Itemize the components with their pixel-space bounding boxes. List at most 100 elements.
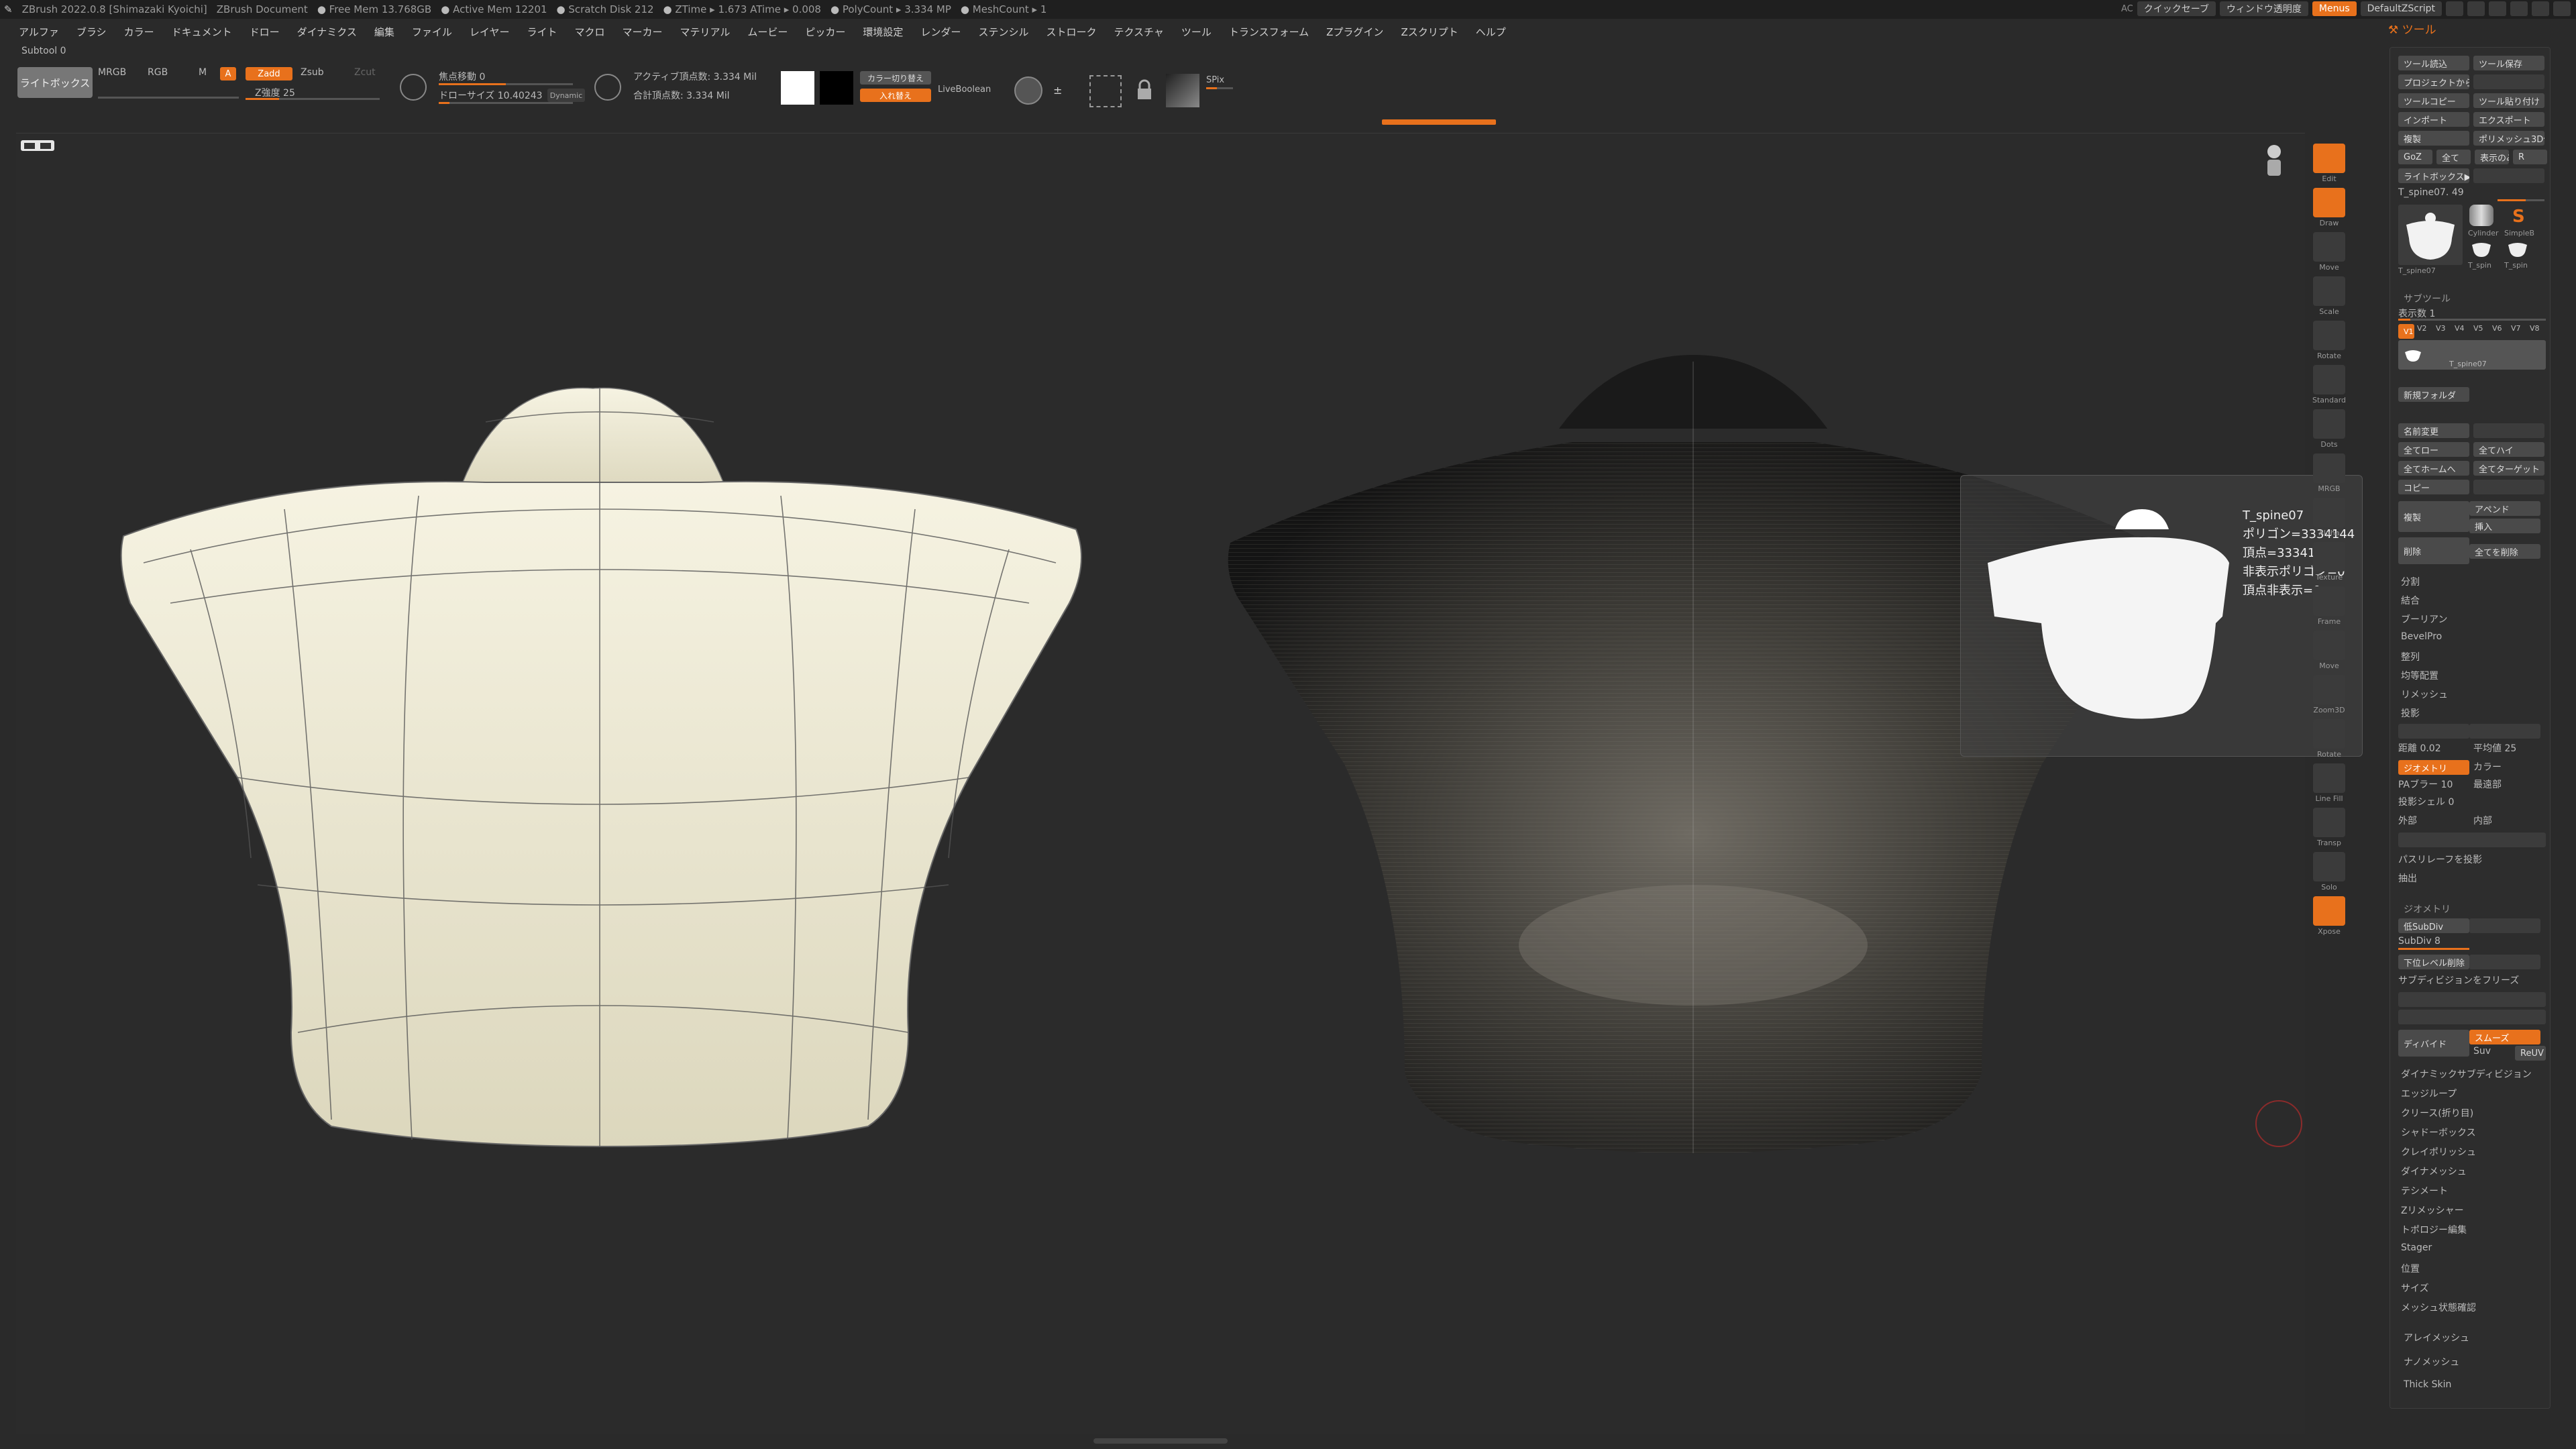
insert-button[interactable]: 挿入 (2469, 519, 2540, 533)
strip-button-7[interactable] (2313, 453, 2345, 483)
swap-in-button[interactable]: 入れ替え (860, 89, 931, 102)
farthest-button[interactable]: 最遠部 (2473, 777, 2502, 791)
menu-item-8[interactable]: レイヤー (470, 25, 510, 39)
panel-top-btn-5-0[interactable]: GoZ (2398, 150, 2432, 164)
panel-top-btn-5-3[interactable]: R (2513, 150, 2547, 164)
bottom-tray-handle[interactable] (1093, 1438, 1228, 1444)
geometry-subsection-5[interactable]: ダイナメッシュ (2401, 1165, 2467, 1178)
a-button[interactable]: A (220, 67, 236, 80)
geometry-subsection-9[interactable]: Stager (2401, 1242, 2432, 1253)
viewport-canvas[interactable] (16, 133, 2305, 1434)
geometry-subsection-8[interactable]: トポロジー編集 (2401, 1223, 2467, 1236)
menu-item-4[interactable]: ドロー (250, 25, 280, 39)
menu-item-21[interactable]: トランスフォーム (1229, 25, 1309, 39)
geometry-subsection-1[interactable]: エッジループ (2401, 1087, 2457, 1100)
menu-item-12[interactable]: マテリアル (680, 25, 731, 39)
subtool-subsection-2[interactable]: ブーリアン (2401, 612, 2447, 626)
strip-button-3[interactable] (2313, 276, 2345, 306)
close-icon[interactable] (2553, 1, 2571, 16)
freeze-subdiv-button[interactable]: サブディビジョンをフリーズ (2398, 973, 2519, 987)
menu-item-3[interactable]: ドキュメント (172, 25, 232, 39)
panel-top-btn-4-1[interactable]: ポリメッシュ3D化 (2473, 131, 2544, 146)
geometry-subsection-10[interactable]: 位置 (2401, 1262, 2420, 1275)
panel-top-btn-3-1[interactable]: エクスポート (2473, 112, 2544, 127)
version-2[interactable]: V3 (2436, 324, 2452, 333)
spix-slider[interactable] (1206, 87, 1233, 89)
menu-item-15[interactable]: 環境設定 (863, 25, 903, 39)
version-1[interactable]: V2 (2417, 324, 2433, 333)
project-subsection[interactable]: 投影 (2401, 706, 2420, 720)
menu-item-14[interactable]: ピッカー (805, 25, 845, 39)
menu-item-9[interactable]: ライト (527, 25, 557, 39)
zsub-button[interactable]: Zsub (301, 67, 324, 78)
menu-item-18[interactable]: ストローク (1046, 25, 1096, 39)
layout-icon[interactable] (2446, 1, 2463, 16)
z-intensity-slider[interactable] (246, 98, 380, 100)
polish-project-button[interactable]: パスリレーフを投影 (2398, 853, 2482, 866)
lock-icon[interactable] (1132, 79, 1157, 103)
maximize-icon[interactable] (2532, 1, 2549, 16)
strip-button-13[interactable] (2313, 719, 2345, 749)
tspine-thumb-icon-0[interactable] (2469, 238, 2493, 258)
mrgb-button[interactable]: MRGB (98, 67, 126, 78)
simplebrush-thumb-icon[interactable]: S (2506, 205, 2530, 227)
subtool-subsection-3[interactable]: BevelPro (2401, 631, 2442, 642)
version-0[interactable]: V1 (2398, 324, 2414, 339)
menu-item-0[interactable]: アルファ (19, 25, 59, 39)
subtool-subsection-1[interactable]: 結合 (2401, 594, 2420, 607)
strip-button-5[interactable] (2313, 365, 2345, 394)
layout-icon-3[interactable] (2489, 1, 2506, 16)
menu-item-7[interactable]: ファイル (412, 25, 452, 39)
menu-item-17[interactable]: ステンシル (978, 25, 1028, 39)
new-folder-button[interactable]: 新規フォルダ (2398, 387, 2469, 402)
rgb-intensity-slider[interactable] (98, 97, 239, 99)
menu-item-5[interactable]: ダイナミクス (297, 25, 357, 39)
project-geometry-button[interactable]: ジオメトリ (2398, 760, 2469, 775)
swap-color-button[interactable]: カラー切り替え (860, 71, 931, 85)
default-zscript-button[interactable]: DefaultZScript (2360, 1, 2442, 16)
version-4[interactable]: V5 (2473, 324, 2489, 333)
smooth-toggle[interactable]: スムーズ (2469, 1030, 2540, 1044)
quicksave-button[interactable]: クイックセーブ (2137, 1, 2216, 16)
subtool-btn-copy[interactable]: コピー (2398, 480, 2469, 494)
dynamic-button[interactable]: Dynamic (547, 89, 585, 102)
panel-top-btn-1-0[interactable]: プロジェクトからツール読込 (2398, 74, 2469, 89)
menu-item-16[interactable]: レンダー (920, 25, 961, 39)
menu-item-22[interactable]: Zプラグイン (1326, 25, 1383, 39)
divide-button[interactable]: ディバイド (2398, 1030, 2469, 1057)
version-6[interactable]: V7 (2511, 324, 2527, 333)
symmetry-icon[interactable] (1014, 76, 1042, 105)
panel-top-btn-5-1[interactable]: 全て (2436, 150, 2471, 164)
strip-button-17[interactable] (2313, 896, 2345, 926)
smooth-icon[interactable]: ± (1051, 79, 1077, 103)
strip-button-10[interactable] (2313, 586, 2345, 616)
panel-top-btn-5-2[interactable]: 表示のみ (2475, 150, 2509, 164)
strip-button-4[interactable] (2313, 321, 2345, 350)
strip-button-12[interactable] (2313, 675, 2345, 704)
tool-slider[interactable] (2498, 199, 2544, 201)
panel-section-2[interactable]: Thick Skin (2404, 1379, 2451, 1390)
menu-item-24[interactable]: ヘルプ (1476, 25, 1506, 39)
rgb-button[interactable]: RGB (148, 67, 168, 78)
m-button[interactable]: M (199, 67, 207, 78)
geometry-subsection-4[interactable]: クレイポリッシュ (2401, 1145, 2476, 1159)
subtool-btn-all_high[interactable]: 全てハイ (2473, 442, 2544, 457)
window-opacity-button[interactable]: ウィンドウ透明度 (2219, 1, 2308, 16)
panel-top-btn-3-0[interactable]: インポート (2398, 112, 2469, 127)
menu-item-6[interactable]: 編集 (374, 25, 394, 39)
panel-top-btn-6-0[interactable]: ライトボックス▶ツール (2398, 168, 2469, 183)
panel-section-0[interactable]: アレイメッシュ (2404, 1331, 2469, 1344)
strip-button-0[interactable] (2313, 144, 2345, 173)
delete-lower-button[interactable]: 下位レベル削除 (2398, 955, 2469, 969)
menu-item-13[interactable]: ムービー (747, 25, 788, 39)
layout-icon-2[interactable] (2467, 1, 2485, 16)
dynamic-icon[interactable] (594, 74, 621, 101)
strip-button-15[interactable] (2313, 808, 2345, 837)
geometry-subsection-3[interactable]: シャドーボックス (2401, 1126, 2476, 1139)
zadd-button[interactable]: Zadd (246, 67, 292, 80)
version-5[interactable]: V6 (2492, 324, 2508, 333)
menu-item-2[interactable]: カラー (124, 25, 154, 39)
zcut-button[interactable]: Zcut (354, 67, 376, 78)
menu-item-11[interactable]: マーカー (623, 25, 663, 39)
stereo-glasses-icon[interactable] (20, 138, 55, 153)
